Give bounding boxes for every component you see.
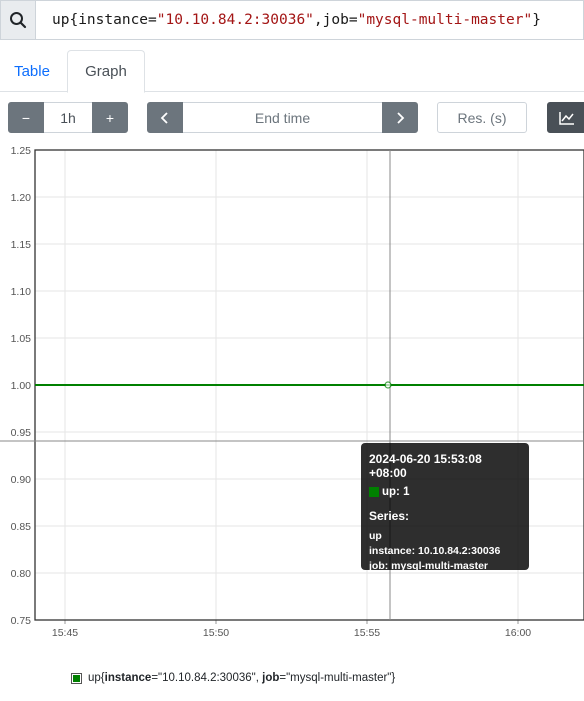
query-equals: = [148,12,157,28]
legend-prefix: up{ [88,672,105,684]
line-chart-icon [559,111,574,125]
legend-key-job: job [262,672,280,684]
tooltip-series-title: Series: [369,509,410,523]
y-tick-label: 1.10 [11,286,32,298]
line-chart-button[interactable] [547,102,584,133]
query-equals: = [348,12,358,28]
legend-val-job: ="mysql-multi-master"} [279,672,396,684]
legend-swatch [71,672,82,684]
y-tick-label: 0.85 [11,521,32,533]
legend-val-instance: ="10.10.84.2:30036", [151,672,263,684]
range-input[interactable]: 1h [44,102,92,133]
end-time-forward-button[interactable] [382,102,418,133]
x-tick-label: 15:55 [354,627,380,639]
range-increase-button[interactable]: + [92,102,128,133]
legend-key-instance: instance [104,672,152,684]
query-brace-open: { [69,12,79,28]
query-comma: , [313,12,323,28]
tooltip-value: up: 1 [382,486,410,498]
y-tick-label: 1.05 [11,333,32,345]
query-brace-close: } [532,12,541,28]
query-metric: up [52,12,70,28]
search-icon-glyph [10,12,27,29]
y-tick-label: 1.00 [11,380,32,392]
query-input[interactable]: up{instance = "10.10.84.2:30036", job = "mysq… [36,0,584,40]
graph-legend[interactable]: up{instance="10.10.84.2:30036", job="mys… [71,672,395,684]
range-decrease-button[interactable]: − [8,102,44,133]
query-bar: up{instance = "10.10.84.2:30036", job = "mysq… [0,0,584,40]
x-tick-label: 15:45 [52,627,78,639]
tooltip-job: job: mysql-multi-master [369,560,489,572]
tab-bar: Table Graph [0,50,584,93]
end-time-input[interactable]: End time [183,102,382,133]
end-time-back-button[interactable] [147,102,183,133]
tooltip-value-row: up: 1 [369,486,521,498]
tab-table[interactable]: Table [0,50,64,92]
query-label-job: job [322,12,349,28]
chevron-left-icon [160,111,168,124]
hover-point [384,381,392,389]
tab-graph[interactable]: Graph [67,50,145,93]
tooltip-series-swatch [369,487,379,497]
x-tick-label: 16:00 [505,627,531,639]
resolution-input[interactable]: Res. (s) [437,102,527,133]
y-tick-label: 1.15 [11,239,32,251]
y-tick-label: 1.25 [11,145,32,157]
graph-tooltip: 2024-06-20 15:53:08 +08:00 up: 1 Series:… [361,443,529,572]
legend-label: up{instance="10.10.84.2:30036", job="mys… [88,672,395,684]
query-value-instance: "10.10.84.2:30036" [156,12,314,28]
y-tick-label: 0.80 [11,568,32,580]
tooltip-instance: instance: 10.10.84.2:30036 [369,545,501,557]
y-tick-label: 1.20 [11,192,32,204]
tooltip-metric: up [369,530,382,542]
x-tick-label: 15:50 [203,627,229,639]
query-label-instance: instance [78,12,149,28]
y-tick-label: 0.75 [11,615,32,627]
chevron-right-icon [397,111,405,124]
search-icon[interactable] [0,0,36,40]
tooltip-time: 2024-06-20 15:53:08 +08:00 [369,452,482,480]
y-tick-label: 0.95 [11,427,32,439]
y-tick-label: 0.90 [11,474,32,486]
query-value-job: "mysql-multi-master" [357,12,533,28]
